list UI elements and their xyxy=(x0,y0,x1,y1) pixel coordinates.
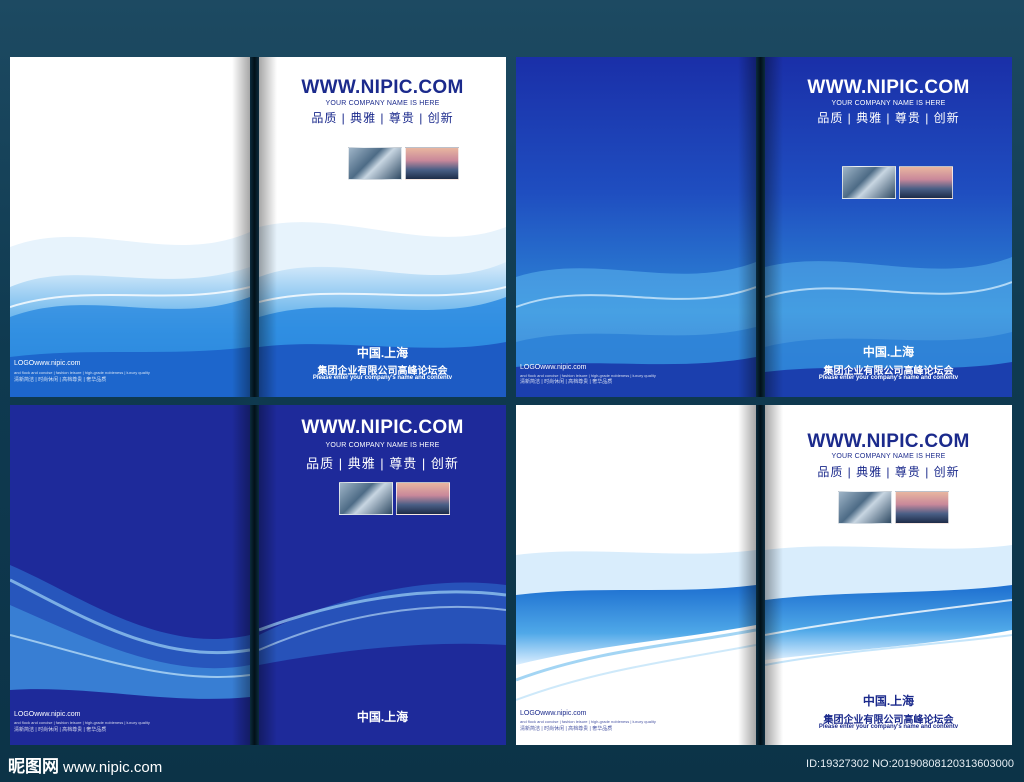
tagline-cn: 清新简洁 | 时尚休闲 | 高档尊贵 | 奢华品质 xyxy=(14,727,107,733)
city-text: 中国.上海 xyxy=(356,346,409,360)
site-title: WWW.NIPIC.COM xyxy=(301,77,464,98)
photo-strip xyxy=(842,166,953,199)
tagline-en: and flock and concise | fashion leisure … xyxy=(14,370,150,375)
city-text: 中国.上海 xyxy=(862,694,915,708)
building-photo xyxy=(348,147,402,180)
spread-navy-bottom: LOGOwww.nipic.com and flock and concise … xyxy=(10,405,506,745)
site-title: WWW.NIPIC.COM xyxy=(301,417,464,438)
logo-text: LOGOwww.nipic.com xyxy=(14,360,81,367)
bridge-photo xyxy=(405,147,459,180)
front-cover: WWW.NIPIC.COM YOUR COMPANY NAME IS HERE … xyxy=(765,405,1012,745)
city-text: 中国.上海 xyxy=(862,345,915,359)
photo-strip xyxy=(348,147,459,180)
front-cover: WWW.NIPIC.COM YOUR COMPANY NAME IS HERE … xyxy=(765,57,1012,397)
photo-strip xyxy=(339,482,450,515)
site-title: WWW.NIPIC.COM xyxy=(807,431,970,452)
tagline-en: and flock and concise | fashion leisure … xyxy=(520,719,656,724)
building-photo xyxy=(339,482,393,515)
site-title: WWW.NIPIC.COM xyxy=(807,77,970,98)
back-cover: LOGOwww.nipic.com and flock and concise … xyxy=(10,405,250,745)
brand-name: 昵图网 xyxy=(8,757,59,776)
image-id: ID:19327302 NO:20190808120313603000 xyxy=(806,758,1014,770)
company-hint: Please enter your company's name and con… xyxy=(312,375,453,381)
tagline-cn: 清新简洁 | 时尚休闲 | 高档尊贵 | 奢华品质 xyxy=(520,379,613,385)
bridge-photo xyxy=(895,491,949,524)
front-cover: WWW.NIPIC.COM YOUR COMPANY NAME IS HERE … xyxy=(259,57,506,397)
spread-blue-top: LOGOwww.nipic.com and flock and concise … xyxy=(516,57,1012,397)
logo-text: LOGOwww.nipic.com xyxy=(14,711,81,718)
tagline-en: and flock and concise | fashion leisure … xyxy=(14,720,150,725)
slogan: 品质 | 典雅 | 尊贵 | 创新 xyxy=(311,111,454,125)
city-text: 中国.上海 xyxy=(356,710,409,724)
building-photo xyxy=(842,166,896,199)
company-placeholder: YOUR COMPANY NAME IS HERE xyxy=(325,100,440,107)
back-cover: LOGOwww.nipic.com and flock and concise … xyxy=(10,57,250,397)
bridge-photo xyxy=(396,482,450,515)
bridge-photo xyxy=(899,166,953,199)
tagline-cn: 清新简洁 | 时尚休闲 | 高档尊贵 | 奢华品质 xyxy=(14,377,107,383)
slogan: 品质 | 典雅 | 尊贵 | 创新 xyxy=(306,456,459,471)
company-hint: Please enter your company's name and con… xyxy=(818,375,959,381)
photo-strip xyxy=(838,491,949,524)
back-cover: LOGOwww.nipic.com and flock and concise … xyxy=(516,405,756,745)
slogan: 品质 | 典雅 | 尊贵 | 创新 xyxy=(817,465,960,479)
building-photo xyxy=(838,491,892,524)
slogan: 品质 | 典雅 | 尊贵 | 创新 xyxy=(817,111,960,125)
watermark-brand: 昵图网 www.nipic.com xyxy=(8,752,162,777)
company-hint: Please enter your company's name and con… xyxy=(818,724,959,730)
front-cover: WWW.NIPIC.COM YOUR COMPANY NAME IS HERE … xyxy=(259,405,506,745)
spread-white-bottom: LOGOwww.nipic.com and flock and concise … xyxy=(516,405,1012,745)
company-placeholder: YOUR COMPANY NAME IS HERE xyxy=(831,453,946,460)
back-cover: LOGOwww.nipic.com and flock and concise … xyxy=(516,57,756,397)
logo-text: LOGOwww.nipic.com xyxy=(520,364,587,371)
tagline-cn: 清新简洁 | 时尚休闲 | 高档尊贵 | 奢华品质 xyxy=(520,726,613,732)
brand-url[interactable]: www.nipic.com xyxy=(63,759,162,776)
spread-white-top: LOGOwww.nipic.com and flock and concise … xyxy=(10,57,506,397)
company-placeholder: YOUR COMPANY NAME IS HERE xyxy=(831,100,946,107)
company-placeholder: YOUR COMPANY NAME IS HERE xyxy=(325,442,440,449)
logo-text: LOGOwww.nipic.com xyxy=(520,710,587,717)
